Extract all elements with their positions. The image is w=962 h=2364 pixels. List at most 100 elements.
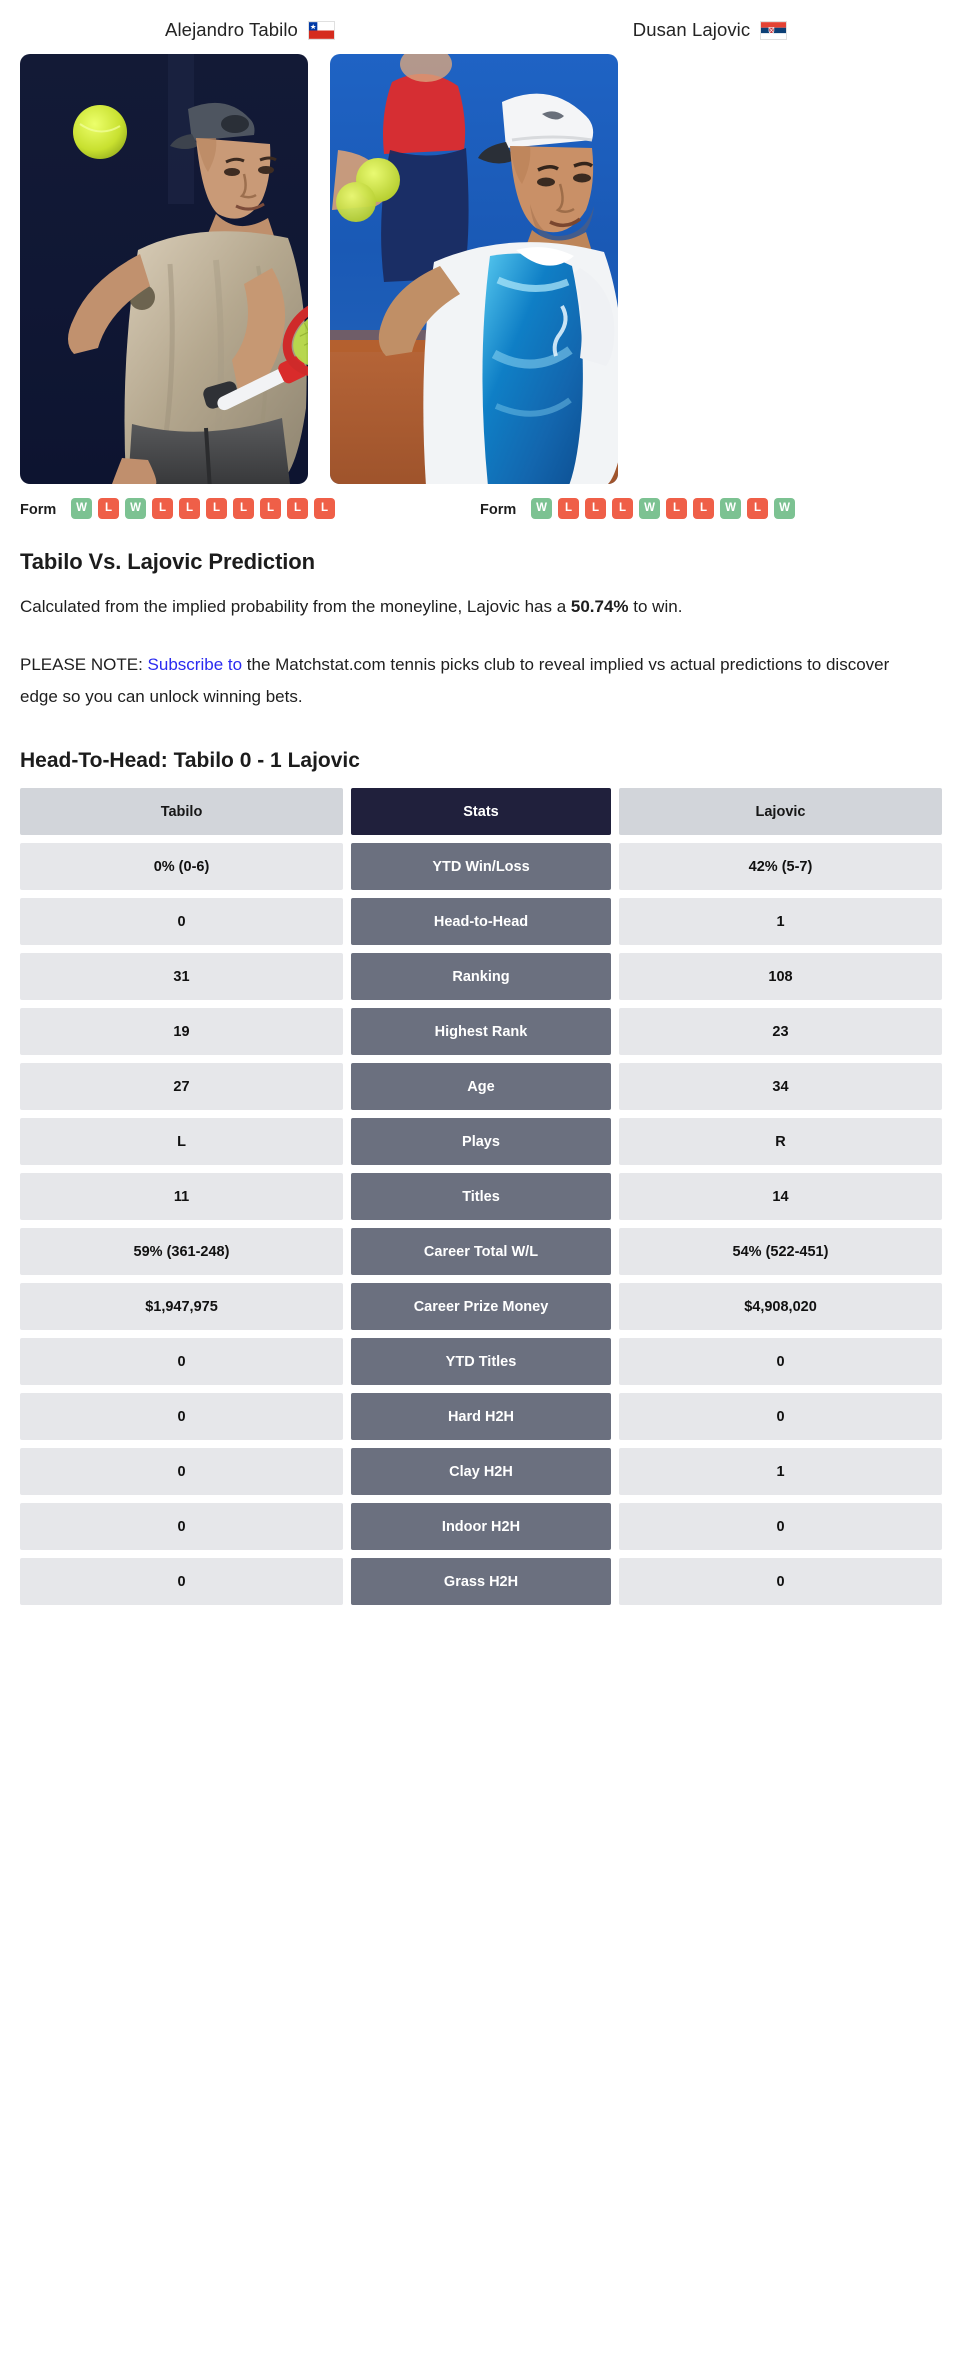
stat-value-right: 42% (5-7) [619,843,942,890]
column-header: Lajovic [619,788,942,835]
stat-value-left: 0 [20,898,343,945]
stat-value-left: $1,947,975 [20,1283,343,1330]
table-row: 0 Hard H2H 0 [20,1393,942,1440]
form-badge: L [314,498,335,519]
form-badges-left: WLWLLLLLLL [71,498,354,519]
stat-label: Age [351,1063,611,1110]
match-preview-page: Alejandro Tabilo Dusan Lajovic Form W L … [0,0,962,2364]
stat-label: Career Total W/L [351,1228,611,1275]
player-left-name: Alejandro Tabilo [165,19,298,40]
table-row: 31 Ranking 108 [20,953,942,1000]
player-photos [0,46,962,484]
stat-value-right: 34 [619,1063,942,1110]
stat-value-right: 0 [619,1558,942,1605]
stat-value-right: 0 [619,1393,942,1440]
form-badge: W [125,498,146,519]
prediction-text: Calculated from the implied probability … [20,591,900,623]
form-badge: L [179,498,200,519]
prediction-heading: Tabilo Vs. Lajovic Prediction [20,549,315,574]
table-row: 0 Indoor H2H 0 [20,1503,942,1550]
prediction-section: Tabilo Vs. Lajovic Prediction Calculated… [0,549,962,713]
stat-label: Hard H2H [351,1393,611,1440]
stat-value-left: 59% (361-248) [20,1228,343,1275]
form-right: Form WLLLWLLWLW [480,498,940,519]
stat-label: Plays [351,1118,611,1165]
form-badge: L [98,498,119,519]
prediction-percent: 50.74% [570,597,629,616]
stat-value-right: 1 [619,1448,942,1495]
table-row: 27 Age 34 [20,1063,942,1110]
table-row: $1,947,975 Career Prize Money $4,908,020 [20,1283,942,1330]
table-row: 59% (361-248) Career Total W/L 54% (522-45… [20,1228,942,1275]
player-right-name: Dusan Lajovic [632,19,751,40]
stat-value-right: 54% (522-451) [619,1228,942,1275]
subscribe-link[interactable]: Subscribe to [148,655,243,674]
stat-value-left: 0 [20,1448,343,1495]
table-header-row: Tabilo Stats Lajovic [20,788,942,835]
stat-value-right: 0 [619,1338,942,1385]
stat-value-right: 23 [619,1008,942,1055]
stat-label: Indoor H2H [351,1503,611,1550]
stat-label: Titles [351,1173,611,1220]
table-row: 0 Head-to-Head 1 [20,898,942,945]
stat-value-left: 0 [20,1503,343,1550]
form-badge: L [666,498,687,519]
stat-label: Grass H2H [351,1558,611,1605]
form-badge: W [639,498,660,519]
table-row: 0 Clay H2H 1 [20,1448,942,1495]
stat-label: YTD Titles [351,1338,611,1385]
form-badge: L [287,498,308,519]
form-badge: L [693,498,714,519]
note-prefix: PLEASE NOTE: [20,655,148,674]
prediction-line-before: Calculated from the implied probability … [20,597,571,616]
stat-label: Ranking [351,953,611,1000]
stat-value-left: 0 [20,1338,343,1385]
form-badge: W [720,498,741,519]
form-badge: L [612,498,633,519]
stat-label: Clay H2H [351,1448,611,1495]
player-left-photo [20,54,308,484]
stat-value-left: L [20,1118,343,1165]
column-header: Stats [351,788,611,835]
form-badge: L [206,498,227,519]
form-label-left: Form [20,502,57,518]
stat-value-right: 14 [619,1173,942,1220]
form-badge: L [152,498,173,519]
form-section: Form WLWLLLLLLL Form WLLLWLLWLW [0,484,962,519]
stat-label: YTD Win/Loss [351,843,611,890]
stat-value-right: 0 [619,1503,942,1550]
h2h-stats-table: Tabilo Stats Lajovic 0% (0-6) YTD Win/Loss 42… [0,788,962,1605]
table-row: 0 YTD Titles 0 [20,1338,942,1385]
stat-value-left: 0% (0-6) [20,843,343,890]
table-row: 11 Titles 14 [20,1173,942,1220]
stat-value-left: 31 [20,953,343,1000]
please-note-text: PLEASE NOTE: Subscribe to the Matchstat.… [20,649,900,713]
form-badge: W [531,498,552,519]
players-header: Alejandro Tabilo Dusan Lajovic [0,0,962,46]
form-badges-right: WLLLWLLWLW [531,498,814,519]
table-row: 19 Highest Rank 23 [20,1008,942,1055]
form-badge: L [558,498,579,519]
stat-value-left: 0 [20,1558,343,1605]
table-row: 0% (0-6) YTD Win/Loss 42% (5-7) [20,843,942,890]
form-badge: L [260,498,281,519]
table-row: L Plays R [20,1118,942,1165]
form-left: Form WLWLLLLLLL [20,498,480,519]
player-left-header: Alejandro Tabilo [20,14,480,46]
form-label-right: Form [480,502,517,518]
stat-value-left: 11 [20,1173,343,1220]
table-row: 0 Grass H2H 0 [20,1558,942,1605]
column-header: Tabilo [20,788,343,835]
stat-value-right: R [619,1118,942,1165]
form-badge: L [585,498,606,519]
stat-value-left: 19 [20,1008,343,1055]
form-badge: L [747,498,768,519]
chile-flag-icon [307,20,335,40]
player-right-photo [330,54,618,484]
prediction-line-after: to win. [628,597,683,616]
stat-value-right: $4,908,020 [619,1283,942,1330]
form-badge: W [774,498,795,519]
stat-value-left: 0 [20,1393,343,1440]
stat-label: Head-to-Head [351,898,611,945]
stat-value-right: 1 [619,898,942,945]
